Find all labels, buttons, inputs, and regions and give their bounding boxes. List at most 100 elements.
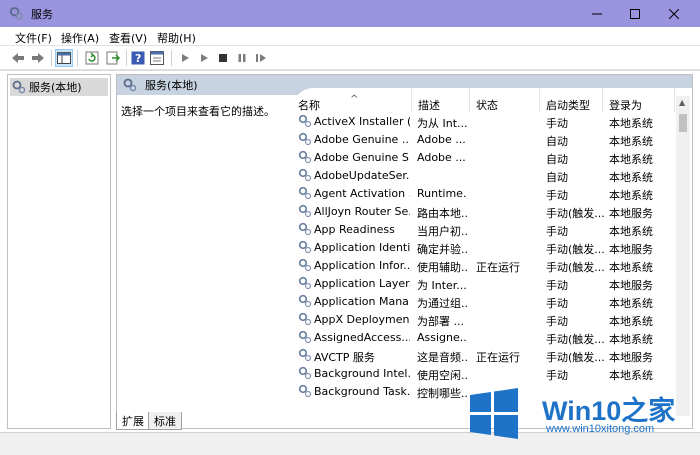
forward-arrow-icon xyxy=(32,53,44,63)
close-button[interactable] xyxy=(651,0,697,27)
service-startup-type: 手动 xyxy=(546,225,568,238)
service-name: Application Identi... xyxy=(314,241,410,254)
service-name: AVCTP 服务 xyxy=(314,351,375,364)
service-startup-type: 自动 xyxy=(546,153,568,166)
svg-text:?: ? xyxy=(135,52,141,65)
show-console-tree-button[interactable] xyxy=(55,49,73,67)
service-description: 使用辅助... xyxy=(417,261,467,274)
table-row[interactable]: Adobe Genuine S... Adobe ... 自动 本地系统 xyxy=(292,148,675,166)
menu-bar: 文件(F) 操作(A) 查看(V) 帮助(H) xyxy=(0,27,700,46)
column-header-logon-as[interactable]: 登录为 xyxy=(603,88,675,112)
maximize-icon xyxy=(630,8,640,19)
table-row[interactable]: AssignedAccess... Assigne... 手动(触发... 本地系统 xyxy=(292,328,675,346)
restart-icon xyxy=(256,54,266,62)
view-tabs: 扩展 标准 xyxy=(116,412,446,430)
table-row[interactable]: Agent Activation ... Runtime... 手动 本地系统 xyxy=(292,184,675,202)
column-header-description[interactable]: 描述 xyxy=(412,88,470,112)
service-startup-type: 手动 xyxy=(546,279,568,292)
service-startup-type: 手动(触发... xyxy=(546,351,604,364)
restart-service-button[interactable] xyxy=(252,49,270,67)
start-service-button[interactable] xyxy=(176,49,194,67)
window-title: 服务 xyxy=(31,8,53,21)
table-row[interactable]: AdobeUpdateSer... 自动 本地系统 xyxy=(292,166,675,184)
service-logon-as: 本地系统 xyxy=(609,171,653,184)
service-logon-as: 本地系统 xyxy=(609,297,653,310)
services-gear-icon xyxy=(123,78,137,92)
forward-button[interactable] xyxy=(29,49,47,67)
tab-standard[interactable]: 标准 xyxy=(148,412,182,430)
service-startup-type: 手动(触发... xyxy=(546,261,604,274)
help-button[interactable]: ? xyxy=(129,49,147,67)
stop-service-button[interactable] xyxy=(214,49,232,67)
table-row[interactable]: ActiveX Installer (... 为从 Int... 手动 本地系统 xyxy=(292,112,675,130)
service-gear-icon xyxy=(298,348,312,362)
services-gear-icon xyxy=(12,80,26,94)
table-row[interactable]: Application Infor... 使用辅助... 正在运行 手动(触发... 本… xyxy=(292,256,675,274)
refresh-button[interactable] xyxy=(83,49,101,67)
service-description: 为从 Int... xyxy=(417,117,467,130)
service-description: Adobe ... xyxy=(417,151,466,164)
table-row[interactable]: Application Mana... 为通过组... 手动 本地系统 xyxy=(292,292,675,310)
service-logon-as: 本地服务 xyxy=(609,243,653,256)
menu-action[interactable]: 操作(A) xyxy=(61,30,99,46)
service-logon-as: 本地系统 xyxy=(609,189,653,202)
pause-service-button[interactable] xyxy=(233,49,251,67)
help-icon: ? xyxy=(131,51,145,65)
table-row[interactable]: App Readiness 当用户初... 手动 本地系统 xyxy=(292,220,675,238)
service-gear-icon xyxy=(298,150,312,164)
column-header-startup-type[interactable]: 启动类型 xyxy=(540,88,603,112)
service-gear-icon xyxy=(298,240,312,254)
toolbar-separator xyxy=(171,50,172,66)
service-logon-as: 本地系统 xyxy=(609,225,653,238)
toolbar-separator xyxy=(77,50,78,66)
back-button[interactable] xyxy=(9,49,27,67)
start-icon xyxy=(182,54,189,62)
table-row[interactable]: Adobe Genuine ... Adobe ... 自动 本地系统 xyxy=(292,130,675,148)
scroll-up-icon[interactable]: ▲ xyxy=(679,98,685,107)
tree-item-services-local[interactable]: 服务(本地) xyxy=(10,78,108,96)
vertical-scrollbar[interactable]: ▲ xyxy=(676,96,690,416)
services-list: ^ 名称 描述 状态 启动类型 登录为 ActiveX Installer (.… xyxy=(292,88,692,416)
service-name: App Readiness xyxy=(314,223,395,236)
service-gear-icon xyxy=(298,330,312,344)
table-row[interactable]: AppX Deploymen... 为部署 ... 手动 本地系统 xyxy=(292,310,675,328)
toolbar: ? xyxy=(0,46,700,70)
tree-item-label: 服务(本地) xyxy=(29,81,82,94)
service-name: AssignedAccess... xyxy=(314,331,410,344)
table-row[interactable]: Application Identi... 确定并验... 手动(触发... 本地服务 xyxy=(292,238,675,256)
service-name: AllJoyn Router Se... xyxy=(314,205,410,218)
tab-extended[interactable]: 扩展 xyxy=(116,412,150,430)
column-header-status[interactable]: 状态 xyxy=(470,88,540,112)
service-logon-as: 本地系统 xyxy=(609,315,653,328)
service-description: 为 Inter... xyxy=(417,279,467,292)
menu-help[interactable]: 帮助(H) xyxy=(157,30,196,46)
service-startup-type: 自动 xyxy=(546,135,568,148)
pause-icon xyxy=(238,54,246,62)
menu-view[interactable]: 查看(V) xyxy=(109,30,147,46)
start-service-alt-button[interactable] xyxy=(195,49,213,67)
back-arrow-icon xyxy=(12,53,24,63)
toolbar-separator xyxy=(51,50,52,66)
service-gear-icon xyxy=(298,222,312,236)
service-logon-as: 本地系统 xyxy=(609,135,653,148)
service-logon-as: 本地系统 xyxy=(609,117,653,130)
export-list-button[interactable] xyxy=(104,49,122,67)
watermark: Win10之家 www.win10xitong.com xyxy=(446,379,700,455)
properties-icon xyxy=(150,51,164,65)
service-description: 为通过组... xyxy=(417,297,467,310)
menu-file[interactable]: 文件(F) xyxy=(15,30,52,46)
service-description: Assigne... xyxy=(417,331,467,344)
title-bar: 服务 xyxy=(0,0,700,27)
service-description: Adobe ... xyxy=(417,133,466,146)
column-header-name[interactable]: 名称 xyxy=(292,88,412,112)
scrollbar-thumb[interactable] xyxy=(679,114,687,132)
table-row[interactable]: Application Layer... 为 Inter... 手动 本地服务 xyxy=(292,274,675,292)
table-row[interactable]: AllJoyn Router Se... 路由本地... 手动(触发... 本地服务 xyxy=(292,202,675,220)
service-name: AdobeUpdateSer... xyxy=(314,169,410,182)
service-startup-type: 手动 xyxy=(546,117,568,130)
table-row[interactable]: AVCTP 服务 这是音频... 正在运行 手动(触发... 本地服务 xyxy=(292,346,675,364)
service-status: 正在运行 xyxy=(476,351,520,364)
service-startup-type: 手动(触发... xyxy=(546,333,604,346)
properties-button[interactable] xyxy=(148,49,166,67)
service-name: Adobe Genuine S... xyxy=(314,151,410,164)
